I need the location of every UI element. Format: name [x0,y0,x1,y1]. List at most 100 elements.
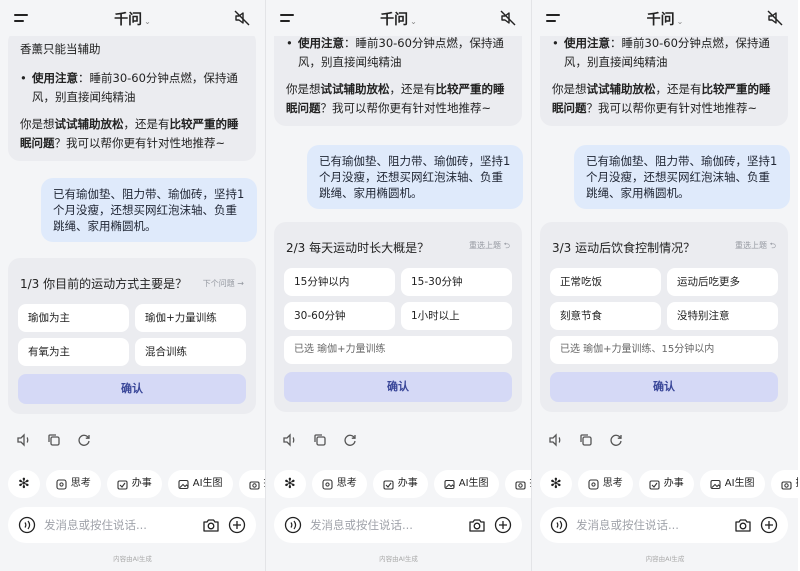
chip-task[interactable]: 办事 [372,470,428,498]
ai-message: 香薰只能当辅助 使用注意：睡前30-60分钟点燃，保持通风，别直接闻纯精油 你是… [8,30,256,161]
chip-ai-image[interactable]: AI生图 [699,470,765,498]
sparkle-icon: ✻ [550,476,562,492]
message-actions [282,432,358,448]
bullet-label: 使用注意 [564,36,610,50]
question-title: 3/3 运动后饮食控制情况？ [552,240,696,255]
ai-bullet: 使用注意：睡前30-60分钟点燃，保持通风，别直接闻纯精油 [552,34,776,72]
refresh-icon[interactable] [608,432,624,448]
confirm-button[interactable]: 确认 [18,374,246,404]
reselect-previous-link[interactable]: 重选上题 ⮌ [469,240,510,254]
option-1[interactable]: 瑜伽为主 [18,304,129,332]
confirm-button[interactable]: 确认 [284,372,512,402]
camera-icon [248,480,260,490]
mute-icon[interactable] [499,9,517,27]
question-title: 2/3 每天运动时长大概是？ [286,240,430,255]
message-input[interactable]: 发消息或按住说话... [310,517,413,533]
message-input[interactable]: 发消息或按住说话... [576,517,679,533]
camera-icon [780,480,792,490]
app-title[interactable]: 千问 ⌄ [0,9,265,29]
add-icon[interactable] [228,516,246,534]
speaker-icon[interactable] [282,432,298,448]
header: 千问 ⌄ [532,0,798,36]
camera-icon [514,480,526,490]
app-title[interactable]: 千问 ⌄ [266,9,531,29]
ai-question: 你是想试试辅助放松，还是有比较严重的睡眠问题？我可以帮你更有针对性地推荐~ [20,117,239,150]
message-input[interactable]: 发消息或按住说话... [44,517,147,533]
selected-summary: 已选 瑜伽+力量训练 [284,336,512,364]
option-3[interactable]: 30-60分钟 [284,302,395,330]
message-actions [16,432,92,448]
image-icon [444,479,455,489]
chip-ai-image[interactable]: AI生图 [167,470,233,498]
next-question-link[interactable]: 下个问题 → [203,278,244,289]
question-card: 1/3 你目前的运动方式主要是？ 下个问题 → 瑜伽为主 瑜伽+力量训练 有氧为主… [8,258,256,414]
copy-icon[interactable] [312,432,328,448]
chip-task[interactable]: 办事 [638,470,694,498]
chip-think[interactable]: 思考 [45,470,101,498]
message-input-bar[interactable]: 发消息或按住说话... [8,507,256,543]
caret-down-icon: ⌄ [410,17,417,26]
chip-photo-question[interactable]: 拍题 [770,470,798,498]
message-input-bar[interactable]: 发消息或按住说话... [540,507,788,543]
chip-sparkle[interactable]: ✻ [274,470,306,498]
option-2[interactable]: 15-30分钟 [401,268,512,296]
chip-photo-question[interactable]: 拍题 [238,470,265,498]
voice-icon[interactable] [18,516,36,534]
think-icon [56,478,67,490]
camera-icon[interactable] [468,516,486,534]
option-4[interactable]: 1小时以上 [401,302,512,330]
add-icon[interactable] [494,516,512,534]
chip-ai-image[interactable]: AI生图 [433,470,499,498]
mute-icon[interactable] [233,9,251,27]
option-2[interactable]: 瑜伽+力量训练 [135,304,246,332]
ai-message: 使用注意：睡前30-60分钟点燃，保持通风，别直接闻纯精油 你是想试试辅助放松，… [540,24,788,126]
chip-task[interactable]: 办事 [106,470,162,498]
ai-message: 使用注意：睡前30-60分钟点燃，保持通风，别直接闻纯精油 你是想试试辅助放松，… [274,24,522,126]
phone-screen-1: 千问⌄ 香薰只能当辅助 使用注意：睡前30-60分钟点燃，保持通风，别直接闻纯精… [0,0,266,571]
reselect-previous-link[interactable]: 重选上题 ⮌ [735,240,776,254]
chip-photo-question[interactable]: 拍题 [504,470,531,498]
question-title: 1/3 你目前的运动方式主要是？ [20,276,188,291]
ai-disclaimer: 内容由AI生成 [379,555,418,563]
camera-icon[interactable] [734,516,752,534]
phone-screen-3: 千问⌄ 使用注意：睡前30-60分钟点燃，保持通风，别直接闻纯精油 你是想试试辅… [532,0,798,571]
option-1[interactable]: 正常吃饭 [550,268,661,296]
ai-bullet: 使用注意：睡前30-60分钟点燃，保持通风，别直接闻纯精油 [286,34,510,72]
refresh-icon[interactable] [342,432,358,448]
copy-icon[interactable] [46,432,62,448]
confirm-button[interactable]: 确认 [550,372,778,402]
chip-sparkle[interactable]: ✻ [8,470,40,498]
message-actions [548,432,624,448]
chip-think[interactable]: 思考 [311,470,367,498]
voice-icon[interactable] [284,516,302,534]
message-input-bar[interactable]: 发消息或按住说话... [274,507,522,543]
speaker-icon[interactable] [16,432,32,448]
add-icon[interactable] [760,516,778,534]
option-2[interactable]: 运动后吃更多 [667,268,778,296]
screens-container: 千问⌄ 香薰只能当辅助 使用注意：睡前30-60分钟点燃，保持通风，别直接闻纯精… [0,0,800,571]
refresh-icon[interactable] [76,432,92,448]
tool-chips: ✻ 思考 办事 AI生图 拍题 [8,470,265,498]
ai-question: 你是想试试辅助放松，还是有比较严重的睡眠问题？我可以帮你更有针对性地推荐~ [286,82,505,115]
app-title[interactable]: 千问 ⌄ [532,9,798,29]
speaker-icon[interactable] [548,432,564,448]
option-3[interactable]: 刻意节食 [550,302,661,330]
option-1[interactable]: 15分钟以内 [284,268,395,296]
camera-icon[interactable] [202,516,220,534]
voice-icon[interactable] [550,516,568,534]
sparkle-icon: ✻ [284,476,296,492]
header: 千问 ⌄ [0,0,265,36]
chip-think[interactable]: 思考 [577,470,633,498]
option-3[interactable]: 有氧为主 [18,338,129,366]
bullet-label: 使用注意 [32,71,78,85]
copy-icon[interactable] [578,432,594,448]
sparkle-icon: ✻ [18,476,30,492]
chip-sparkle[interactable]: ✻ [540,470,572,498]
option-4[interactable]: 没特别注意 [667,302,778,330]
selected-summary: 已选 瑜伽+力量训练、15分钟以内 [550,336,778,364]
ai-bullet: 使用注意：睡前30-60分钟点燃，保持通风，别直接闻纯精油 [20,69,244,107]
option-4[interactable]: 混合训练 [135,338,246,366]
task-icon [383,479,394,490]
mute-icon[interactable] [766,9,784,27]
task-icon [649,479,660,490]
